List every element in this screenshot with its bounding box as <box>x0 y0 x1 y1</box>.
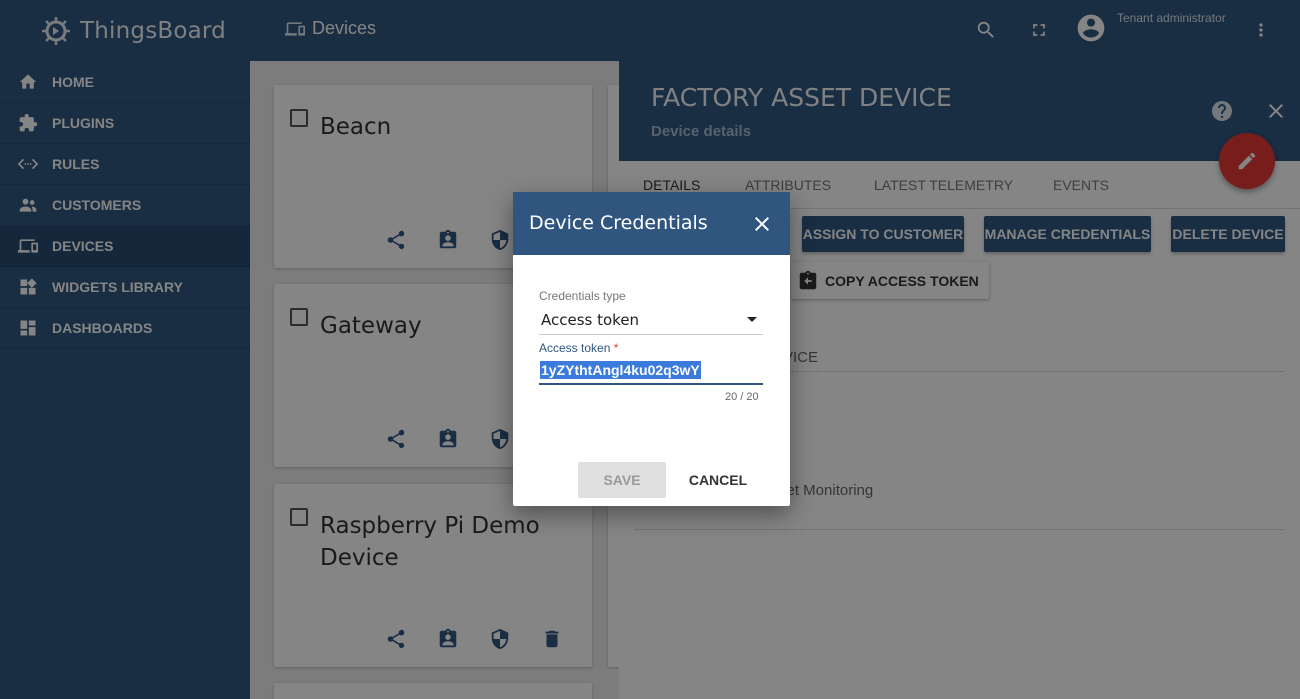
required-mark: * <box>613 341 619 355</box>
character-counter: 20 / 20 <box>725 391 759 403</box>
cancel-button[interactable]: CANCEL <box>680 462 756 498</box>
dialog-header: Device Credentials <box>513 192 790 255</box>
save-button[interactable]: SAVE <box>578 462 666 498</box>
access-token-value: 1yZYthtAngl4ku02q3wY <box>540 361 701 379</box>
access-token-label: Access token * <box>539 341 618 355</box>
dialog-title: Device Credentials <box>529 212 708 234</box>
credentials-type-select[interactable]: Access token <box>539 309 763 335</box>
close-icon[interactable] <box>750 212 774 236</box>
dropdown-arrow-icon <box>747 317 757 322</box>
credentials-type-value: Access token <box>541 311 640 329</box>
access-token-input[interactable]: 1yZYthtAngl4ku02q3wY <box>539 359 763 385</box>
access-token-label-text: Access token <box>539 341 611 355</box>
credentials-type-label: Credentials type <box>539 289 626 303</box>
device-credentials-dialog: Device Credentials Credentials type Acce… <box>513 192 790 506</box>
